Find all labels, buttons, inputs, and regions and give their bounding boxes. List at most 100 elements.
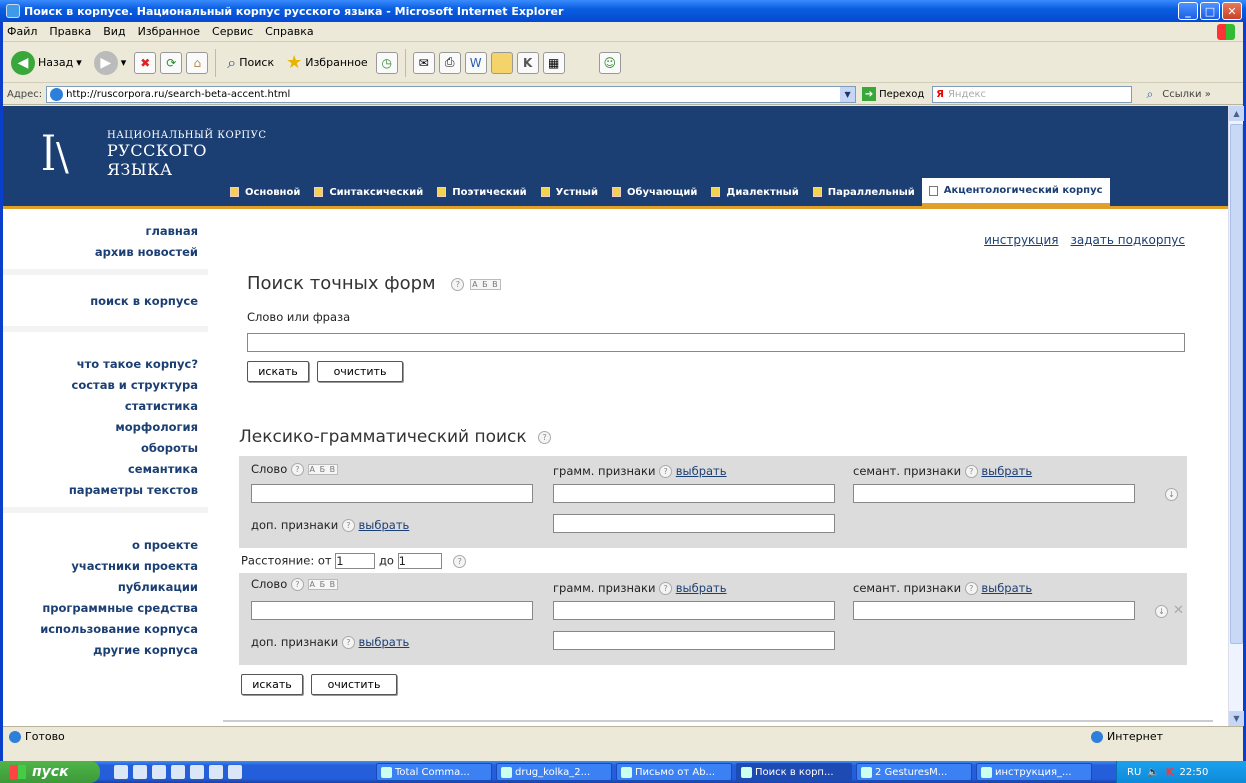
- keyboard-icon[interactable]: А Б В: [307, 464, 339, 475]
- nav-morphology[interactable]: морфология: [3, 417, 208, 438]
- lexgram-search-button[interactable]: искать: [241, 674, 303, 695]
- quicklaunch-icon[interactable]: [114, 765, 128, 779]
- folder-icon[interactable]: [490, 51, 513, 74]
- help-icon[interactable]: ?: [659, 582, 673, 595]
- volume-icon[interactable]: 🔈: [1147, 767, 1159, 778]
- quicklaunch-icon[interactable]: [171, 765, 185, 779]
- word-input[interactable]: [251, 484, 533, 503]
- vertical-scrollbar[interactable]: ▲ ▼: [1228, 106, 1244, 726]
- home-icon[interactable]: ⌂: [186, 51, 209, 74]
- distance-from-input[interactable]: 1: [335, 553, 376, 569]
- extra-input[interactable]: [553, 514, 835, 533]
- help-icon[interactable]: ?: [341, 636, 355, 649]
- nav-about[interactable]: о проекте: [3, 535, 208, 556]
- nav-publications[interactable]: публикации: [3, 577, 208, 598]
- k-icon[interactable]: K: [516, 51, 539, 74]
- nav-home[interactable]: главная: [3, 221, 208, 242]
- instruction-link[interactable]: инструкция: [984, 233, 1058, 247]
- favorites-button[interactable]: ★ Избранное: [282, 48, 372, 78]
- book-icon[interactable]: ▦: [542, 51, 565, 74]
- tab-main[interactable]: Основной: [223, 178, 307, 206]
- help-icon[interactable]: ?: [964, 582, 978, 595]
- gram-choose-link[interactable]: выбрать: [676, 581, 727, 595]
- help-icon[interactable]: ?: [341, 519, 355, 532]
- quicklaunch-icon[interactable]: [209, 765, 223, 779]
- exact-search-button[interactable]: искать: [247, 361, 309, 382]
- mail-icon[interactable]: ✉: [412, 51, 435, 74]
- task-corpus-search[interactable]: Поиск в корп...: [736, 763, 852, 781]
- help-icon[interactable]: ?: [964, 465, 978, 478]
- extra-input[interactable]: [553, 631, 835, 650]
- scroll-down-icon[interactable]: ▼: [1229, 711, 1244, 726]
- sem-input[interactable]: [853, 601, 1135, 620]
- history-icon[interactable]: ◷: [375, 51, 398, 74]
- tab-poetic[interactable]: Поэтический: [430, 178, 533, 206]
- scroll-thumb[interactable]: [1230, 124, 1243, 644]
- start-button[interactable]: пуск: [0, 761, 100, 783]
- tab-accent[interactable]: Акцентологический корпус: [921, 178, 1110, 206]
- nav-statistics[interactable]: статистика: [3, 396, 208, 417]
- gram-choose-link[interactable]: выбрать: [676, 464, 727, 478]
- task-total-commander[interactable]: Total Comma...: [376, 763, 492, 781]
- subcorpus-link[interactable]: задать подкорпус: [1071, 233, 1186, 247]
- nav-structure[interactable]: состав и структура: [3, 375, 208, 396]
- task-gestures[interactable]: 2 GesturesM...: [856, 763, 972, 781]
- help-icon[interactable]: ?: [451, 277, 465, 291]
- messenger-icon[interactable]: ☺: [598, 51, 621, 74]
- lexgram-clear-button[interactable]: очистить: [311, 674, 397, 695]
- nav-software[interactable]: программные средства: [3, 598, 208, 619]
- nav-corpus-search[interactable]: поиск в корпусе: [3, 291, 208, 312]
- refresh-icon[interactable]: ⟳: [160, 51, 183, 74]
- minimize-button[interactable]: _: [1178, 2, 1198, 20]
- task-instruction[interactable]: инструкция_...: [976, 763, 1092, 781]
- extra-choose-link[interactable]: выбрать: [359, 518, 410, 532]
- nav-other-corpora[interactable]: другие корпуса: [3, 640, 208, 661]
- help-icon[interactable]: ?: [290, 578, 304, 591]
- task-drug-kolka[interactable]: drug_kolka_2...: [496, 763, 612, 781]
- menu-view[interactable]: Вид: [103, 25, 125, 38]
- tab-dialect[interactable]: Диалектный: [704, 178, 805, 206]
- nav-news-archive[interactable]: архив новостей: [3, 242, 208, 263]
- gram-input[interactable]: [553, 484, 835, 503]
- forward-button[interactable]: ▶ ▾: [90, 48, 131, 78]
- word-icon[interactable]: W: [464, 51, 487, 74]
- tab-parallel[interactable]: Параллельный: [806, 178, 922, 206]
- maximize-button[interactable]: □: [1200, 2, 1220, 20]
- extra-choose-link[interactable]: выбрать: [359, 635, 410, 649]
- nav-corpus-usage[interactable]: использование корпуса: [3, 619, 208, 640]
- tab-spoken[interactable]: Устный: [534, 178, 605, 206]
- nav-semantics[interactable]: семантика: [3, 459, 208, 480]
- language-indicator[interactable]: RU: [1127, 767, 1141, 778]
- quicklaunch-icon[interactable]: [228, 765, 242, 779]
- distance-to-input[interactable]: 1: [397, 553, 442, 569]
- go-button[interactable]: ➔ Переход: [862, 87, 924, 101]
- sem-choose-link[interactable]: выбрать: [981, 581, 1032, 595]
- keyboard-icon[interactable]: А Б В: [307, 579, 339, 590]
- quicklaunch-icon[interactable]: [152, 765, 166, 779]
- word-input[interactable]: [251, 601, 533, 620]
- close-button[interactable]: ✕: [1222, 2, 1242, 20]
- menu-file[interactable]: Файл: [7, 25, 37, 38]
- nav-participants[interactable]: участники проекта: [3, 556, 208, 577]
- links-button[interactable]: Ссылки »: [1162, 89, 1211, 100]
- nav-what-is-corpus[interactable]: что такое корпус?: [3, 354, 208, 375]
- print-icon[interactable]: ⎙: [438, 51, 461, 74]
- magnifier-icon[interactable]: ⌕: [1147, 87, 1154, 102]
- quicklaunch-icon[interactable]: [133, 765, 147, 779]
- yandex-search-input[interactable]: Я Яндекс ⌕: [932, 85, 1153, 103]
- remove-word-icon[interactable]: ✕: [1173, 603, 1184, 618]
- task-letter[interactable]: Письмо от Ab...: [616, 763, 732, 781]
- help-icon[interactable]: ?: [659, 465, 673, 478]
- stop-icon[interactable]: ✖: [134, 51, 157, 74]
- sem-choose-link[interactable]: выбрать: [981, 464, 1032, 478]
- nav-phrases[interactable]: обороты: [3, 438, 208, 459]
- menu-favorites[interactable]: Избранное: [138, 25, 200, 38]
- chevron-down-icon[interactable]: ▼: [840, 86, 856, 102]
- sem-input[interactable]: [853, 484, 1135, 503]
- back-button[interactable]: ◀ Назад ▾: [7, 48, 86, 78]
- tab-educational[interactable]: Обучающий: [605, 178, 704, 206]
- menu-tools[interactable]: Сервис: [212, 25, 253, 38]
- menu-edit[interactable]: Правка: [49, 25, 91, 38]
- help-icon[interactable]: ?: [290, 463, 304, 476]
- nav-text-params[interactable]: параметры текстов: [3, 480, 208, 501]
